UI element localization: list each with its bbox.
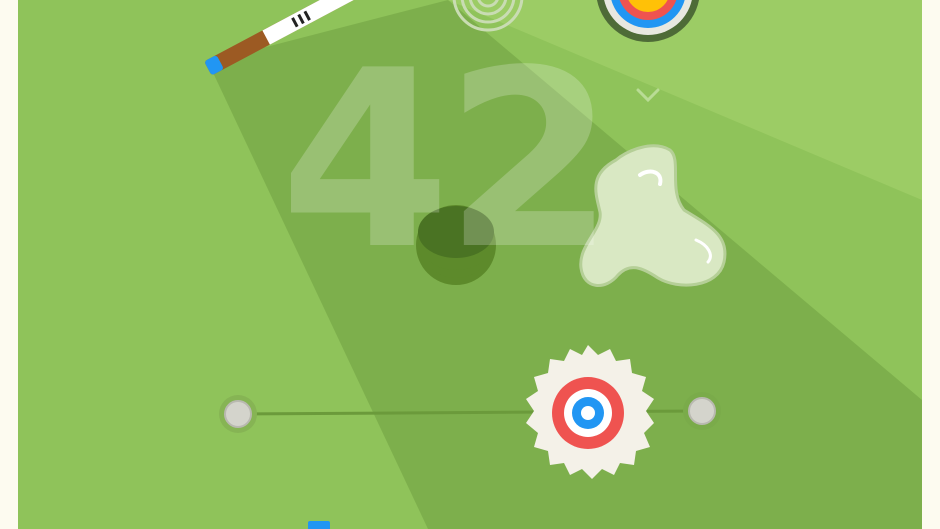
rail-anchor-left-icon (219, 395, 257, 433)
rail-anchor-right-icon (683, 392, 721, 430)
game-frame: 42 (0, 0, 940, 529)
score-display: 42 (280, 18, 615, 303)
chevron-down-icon (636, 88, 660, 103)
playfield[interactable]: 42 (18, 0, 922, 529)
ball-marker[interactable] (308, 521, 330, 529)
